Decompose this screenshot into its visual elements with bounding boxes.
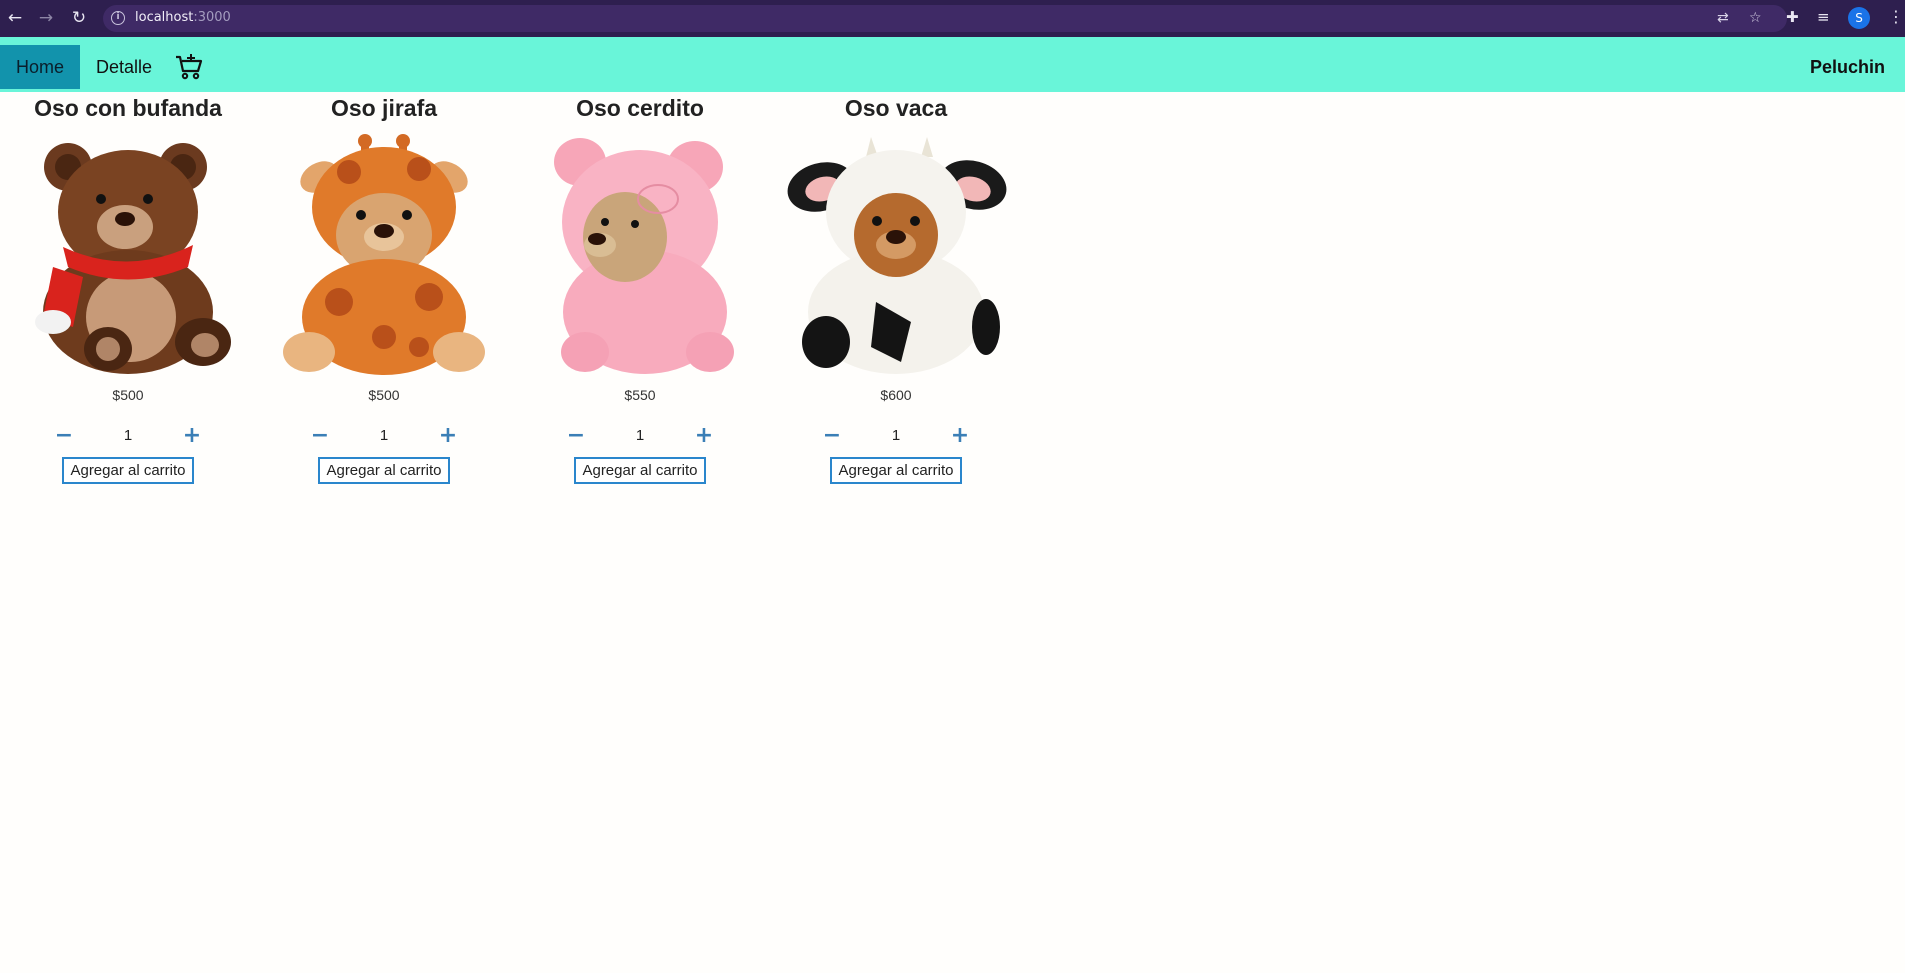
product-title: Oso vaca xyxy=(844,95,948,121)
quantity-stepper: − 1 + xyxy=(53,423,203,448)
back-arrow-icon[interactable]: ← xyxy=(4,7,26,29)
extensions-icon[interactable]: ✚ xyxy=(1786,8,1799,26)
browser-menu-icon[interactable]: ⋮ xyxy=(1888,7,1904,26)
increase-quantity-button[interactable]: + xyxy=(181,423,203,448)
add-to-cart-button[interactable]: Agregar al carrito xyxy=(574,457,706,484)
translate-icon[interactable]: ⇄ xyxy=(1717,10,1729,26)
app-navbar: Home Detalle Peluchin xyxy=(0,37,1905,92)
quantity-stepper: − 1 + xyxy=(821,423,971,448)
teddy-bear-pig-image xyxy=(554,138,734,374)
increase-quantity-button[interactable]: + xyxy=(437,423,459,448)
product-title: Oso con bufanda xyxy=(34,95,222,121)
product-title: Oso cerdito xyxy=(576,95,704,121)
cart-add-icon[interactable] xyxy=(175,53,203,81)
forward-arrow-icon[interactable]: → xyxy=(35,7,57,29)
product-card: Oso con bufanda $500 − 1 + Agregar al ca… xyxy=(0,92,256,484)
decrease-quantity-button[interactable]: − xyxy=(53,423,75,448)
product-price: $600 xyxy=(880,387,912,403)
teddy-bear-giraffe-image xyxy=(283,134,485,375)
product-price: $500 xyxy=(368,387,400,403)
add-to-cart-button[interactable]: Agregar al carrito xyxy=(830,457,962,484)
product-grid: Oso con bufanda $500 − 1 + Agregar al ca… xyxy=(0,92,1024,484)
increase-quantity-button[interactable]: + xyxy=(693,423,715,448)
decrease-quantity-button[interactable]: − xyxy=(309,423,331,448)
quantity-value: 1 xyxy=(123,426,133,444)
url-text[interactable]: localhost:3000 xyxy=(135,10,231,25)
product-title: Oso jirafa xyxy=(330,95,438,121)
site-info-icon[interactable]: i xyxy=(111,11,125,25)
product-card: Oso vaca $600 − 1 + Agregar al carrito xyxy=(768,92,1024,484)
product-card: Oso jirafa $500 − 1 + Agregar al carrito xyxy=(256,92,512,484)
quantity-stepper: − 1 + xyxy=(309,423,459,448)
decrease-quantity-button[interactable]: − xyxy=(565,423,587,448)
nav-home-link[interactable]: Home xyxy=(0,45,80,89)
browser-chrome: ← → ↻ i localhost:3000 ⇄ ☆ ✚ ≡ S ⋮ xyxy=(0,0,1905,37)
product-price: $500 xyxy=(112,387,144,403)
nav-detalle-link[interactable]: Detalle xyxy=(96,45,152,89)
teddy-bear-cow-image xyxy=(787,137,1007,374)
quantity-value: 1 xyxy=(891,426,901,444)
teddy-bear-scarf-image xyxy=(35,143,231,374)
quantity-stepper: − 1 + xyxy=(565,423,715,448)
decrease-quantity-button[interactable]: − xyxy=(821,423,843,448)
product-card: Oso cerdito $550 − 1 + Agregar al carrit… xyxy=(512,92,768,484)
quantity-value: 1 xyxy=(379,426,389,444)
add-to-cart-button[interactable]: Agregar al carrito xyxy=(318,457,450,484)
quantity-value: 1 xyxy=(635,426,645,444)
product-price: $550 xyxy=(624,387,656,403)
add-to-cart-button[interactable]: Agregar al carrito xyxy=(62,457,194,484)
profile-avatar[interactable]: S xyxy=(1848,7,1870,29)
address-bar[interactable]: i localhost:3000 ⇄ ☆ xyxy=(103,5,1787,32)
brand-name: Peluchin xyxy=(1809,57,1885,77)
increase-quantity-button[interactable]: + xyxy=(949,423,971,448)
bookmark-star-icon[interactable]: ☆ xyxy=(1749,10,1762,26)
reload-icon[interactable]: ↻ xyxy=(68,7,90,29)
media-queue-icon[interactable]: ≡ xyxy=(1817,8,1830,26)
